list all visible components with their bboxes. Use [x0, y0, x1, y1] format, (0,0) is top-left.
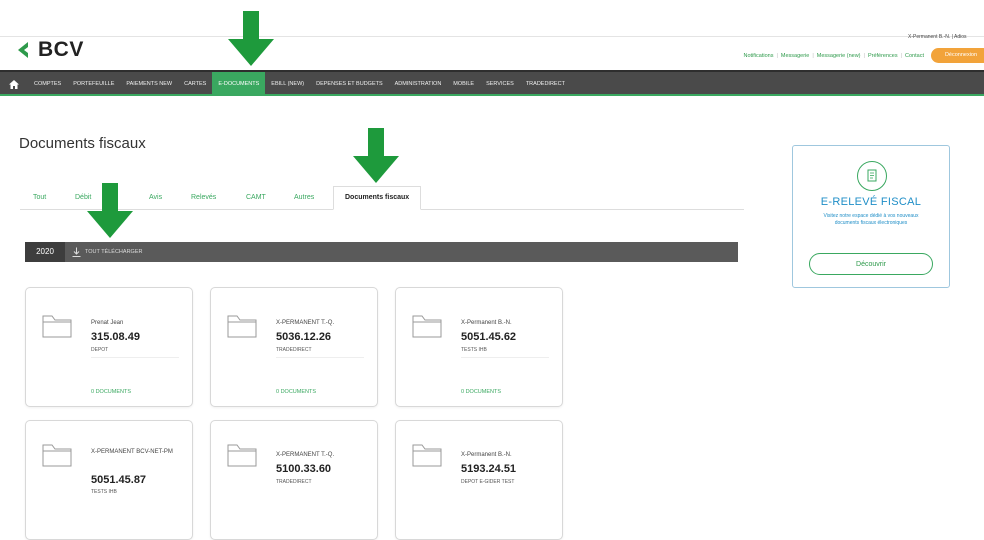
folder-icon: [412, 315, 442, 338]
folder-icon: [412, 444, 442, 467]
nav-item-paiements[interactable]: PAIEMENTS NEW: [120, 72, 178, 96]
account-type: DEPOT E-GIDER TEST: [461, 479, 515, 485]
documents-count-link[interactable]: 0 DOCUMENTS: [276, 389, 316, 395]
account-type: DEPOT: [91, 347, 109, 353]
utility-links: Notifications | Messagerie | Messagerie (n…: [744, 53, 925, 59]
account-holder: Prenat Jean: [91, 320, 124, 326]
home-icon[interactable]: [0, 72, 28, 96]
user-chip[interactable]: X-Permanent B.-N. | Adios: [908, 34, 967, 40]
nav-item-services[interactable]: SERVICES: [480, 72, 520, 96]
nav-item-depenses[interactable]: DEPENSES ET BUDGETS: [310, 72, 389, 96]
folder-icon: [42, 315, 72, 338]
account-number: 5051.45.87: [91, 474, 147, 486]
account-holder: X-Permanent B.-N.: [461, 320, 512, 326]
account-holder: X-PERMANENT T.-Q.: [276, 320, 335, 326]
account-type: TRADEDIRECT: [276, 347, 312, 353]
card-divider: [461, 357, 549, 358]
account-holder: X-PERMANENT BCV-NET-PM: [91, 449, 173, 455]
account-card[interactable]: X-Permanent B.-N. 5051.45.62 TESTS IHB 0…: [395, 287, 563, 407]
nav-item-administration[interactable]: ADMINISTRATION: [389, 72, 448, 96]
account-card[interactable]: X-PERMANENT T.-Q. 5036.12.26 TRADEDIRECT…: [210, 287, 378, 407]
tab-autres[interactable]: Autres: [294, 187, 314, 209]
util-link-preferences[interactable]: Préférences: [868, 53, 898, 59]
account-card[interactable]: X-PERMANENT T.-Q. 5100.33.60 TRADEDIRECT: [210, 420, 378, 540]
account-holder: X-PERMANENT T.-Q.: [276, 452, 335, 458]
account-type: TESTS IHB: [461, 347, 487, 353]
main-navigation: COMPTES PORTEFEUILLE PAIEMENTS NEW CARTE…: [0, 70, 984, 96]
separator: |: [863, 53, 865, 59]
nav-item-cartes[interactable]: CARTES: [178, 72, 212, 96]
arrow-down-icon: [87, 183, 133, 238]
documents-count-link[interactable]: 0 DOCUMENTS: [91, 389, 131, 395]
nav-item-mobile[interactable]: MOBILE: [447, 72, 480, 96]
account-number: 5100.33.60: [276, 463, 332, 475]
documents-count-link[interactable]: 0 DOCUMENTS: [461, 389, 501, 395]
tab-documents-fiscaux[interactable]: Documents fiscaux: [333, 186, 422, 210]
tab-camt[interactable]: CAMT: [246, 187, 266, 209]
nav-item-portefeuille[interactable]: PORTEFEUILLE: [67, 72, 120, 96]
account-number: 5193.24.51: [461, 463, 517, 475]
account-type: TRADEDIRECT: [276, 479, 312, 485]
folder-icon: [42, 444, 72, 467]
util-link-messagerie[interactable]: Messagerie: [781, 53, 809, 59]
separator: |: [776, 53, 778, 59]
nav-item-comptes[interactable]: COMPTES: [28, 72, 67, 96]
account-number: 5051.45.62: [461, 331, 517, 343]
year-bar: 2020 TOUT TÉLÉCHARGER: [25, 242, 738, 262]
bcv-logo[interactable]: BCV: [14, 38, 84, 62]
tab-tout[interactable]: Tout: [33, 187, 46, 209]
brand-name: BCV: [38, 38, 84, 61]
nav-item-tradedirect[interactable]: TRADEDIRECT: [520, 72, 571, 96]
arrow-down-icon: [353, 128, 399, 183]
account-card[interactable]: Prenat Jean 315.08.49 DEPOT 0 DOCUMENTS: [25, 287, 193, 407]
account-type: TESTS IHB: [91, 489, 117, 495]
account-card[interactable]: X-Permanent B.-N. 5193.24.51 DEPOT E-GID…: [395, 420, 563, 540]
promo-description: Visitez notre espace dédié à vos nouveau…: [823, 213, 919, 226]
util-link-contact[interactable]: Contact: [905, 53, 924, 59]
util-link-messagerie-new[interactable]: Messagerie (new): [817, 53, 861, 59]
discover-button[interactable]: Découvrir: [809, 253, 933, 275]
account-holder: X-Permanent B.-N.: [461, 452, 512, 458]
download-icon[interactable]: [72, 247, 81, 257]
separator: |: [900, 53, 903, 59]
nav-item-ebill[interactable]: EBILL (NEW): [265, 72, 310, 96]
promo-title: E-RELEVÉ FISCAL: [820, 196, 922, 208]
header-divider: [0, 36, 984, 37]
card-divider: [91, 357, 179, 358]
bcv-logo-mark: [14, 40, 34, 60]
account-number: 5036.12.26: [276, 331, 332, 343]
tab-releves[interactable]: Relevés: [191, 187, 216, 209]
arrow-down-icon: [228, 11, 274, 66]
year-badge[interactable]: 2020: [25, 242, 65, 262]
util-link-notifications[interactable]: Notifications: [744, 53, 774, 59]
page-title: Documents fiscaux: [19, 135, 146, 152]
e-releve-fiscal-promo: E-RELEVÉ FISCAL Visitez notre espace déd…: [792, 145, 950, 288]
account-number: 315.08.49: [91, 331, 140, 343]
card-divider: [276, 357, 364, 358]
nav-accent-bar: [0, 94, 984, 96]
logout-button[interactable]: Déconnexion: [931, 48, 984, 63]
separator: |: [812, 53, 814, 59]
folder-icon: [227, 315, 257, 338]
tab-avis[interactable]: Avis: [149, 187, 162, 209]
account-card[interactable]: X-PERMANENT BCV-NET-PM 5051.45.87 TESTS …: [25, 420, 193, 540]
download-all-link[interactable]: TOUT TÉLÉCHARGER: [85, 242, 142, 262]
nav-item-e-documents[interactable]: E-DOCUMENTS: [212, 72, 266, 96]
document-icon: [857, 161, 887, 191]
folder-icon: [227, 444, 257, 467]
